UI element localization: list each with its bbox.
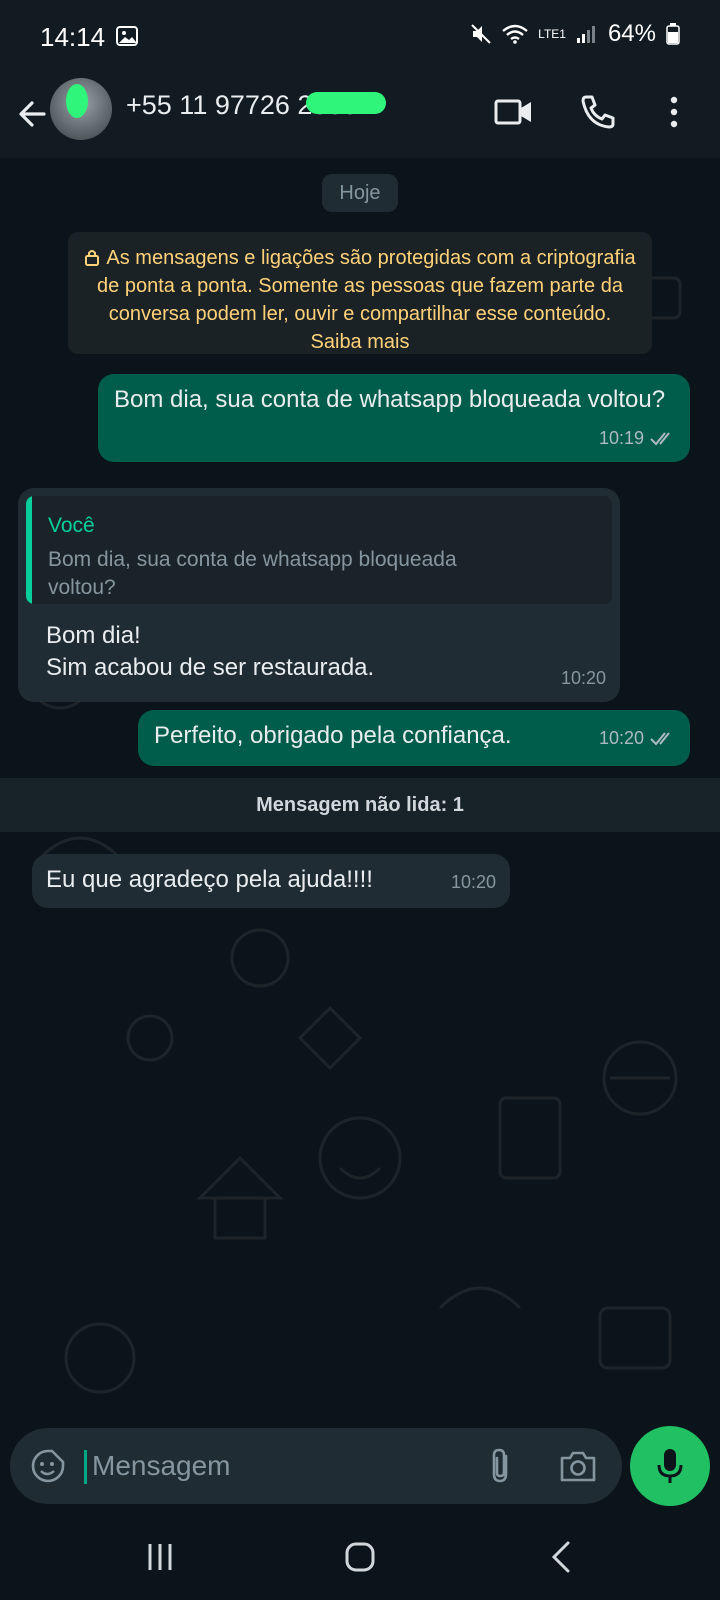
outgoing-message[interactable]: Bom dia, sua conta de whatsapp bloqueada… <box>98 374 690 462</box>
voice-call-icon[interactable] <box>578 92 618 132</box>
home-icon[interactable] <box>340 1540 380 1574</box>
message-text: Bom dia, sua conta de whatsapp bloqueada… <box>114 386 666 413</box>
message-meta: 10:20 <box>599 722 676 754</box>
back-nav-icon[interactable] <box>542 1540 582 1574</box>
gallery-icon <box>116 26 138 46</box>
message-input[interactable] <box>92 1428 472 1504</box>
lock-icon <box>85 250 100 266</box>
quoted-message[interactable]: Você Bom dia, sua conta de whatsapp bloq… <box>26 496 612 604</box>
chat-header: +55 11 97726 2000 <box>0 72 720 158</box>
status-bar: 14:14 LTE1 64% <box>0 0 720 72</box>
encryption-notice-text: As mensagens e ligações são protegidas c… <box>97 247 636 353</box>
mute-icon <box>471 24 491 44</box>
attach-icon[interactable] <box>484 1446 520 1486</box>
recent-apps-icon[interactable] <box>140 1540 180 1574</box>
emoji-sticker-icon[interactable] <box>30 1448 66 1484</box>
status-time: 14:14 <box>40 22 106 52</box>
system-nav-bar <box>0 1512 720 1600</box>
unread-label: Mensagem não lida: 1 <box>256 794 464 816</box>
quote-author: Você <box>48 514 95 537</box>
battery-icon <box>666 23 680 45</box>
signal-icon <box>576 26 595 43</box>
quote-accent-bar <box>26 496 32 604</box>
wifi-icon <box>502 24 528 44</box>
incoming-message[interactable]: Eu que agradeço pela ajuda!!!! 10:20 <box>32 854 510 908</box>
message-text: Bom dia! Sim acabou de ser restaurada. <box>46 620 374 684</box>
quote-text: Bom dia, sua conta de whatsapp bloqueada… <box>48 548 457 599</box>
status-icons: LTE1 64% <box>470 20 680 48</box>
message-meta: 10:20 <box>451 866 496 898</box>
outgoing-message[interactable]: Perfeito, obrigado pela confiança. 10:20 <box>138 710 690 766</box>
video-call-icon[interactable] <box>494 92 534 132</box>
message-text: Eu que agradeço pela ajuda!!!! <box>46 866 373 893</box>
back-arrow-icon[interactable] <box>14 94 50 134</box>
redaction-mark <box>306 92 386 114</box>
read-ticks-icon <box>650 432 670 446</box>
message-line: Sim acabou de ser restaurada. <box>46 654 375 681</box>
microphone-icon <box>657 1449 683 1483</box>
message-time: 10:19 <box>598 428 644 448</box>
encryption-notice[interactable]: As mensagens e ligações são protegidas c… <box>68 232 652 354</box>
read-ticks-icon <box>650 732 670 746</box>
date-divider: Hoje <box>322 174 398 212</box>
unread-divider: Mensagem não lida: 1 <box>0 778 720 832</box>
more-options-icon[interactable] <box>654 92 694 132</box>
avatar[interactable] <box>50 78 112 140</box>
chat-area[interactable]: Hoje As mensagens e ligações são protegi… <box>0 158 720 1410</box>
voice-message-button[interactable] <box>630 1426 710 1506</box>
message-time: 10:20 <box>450 872 496 892</box>
message-time: 10:20 <box>598 728 644 748</box>
network-label: LTE1 <box>538 27 566 41</box>
incoming-message[interactable]: Você Bom dia, sua conta de whatsapp bloq… <box>18 488 620 702</box>
text-cursor <box>84 1450 87 1484</box>
camera-icon[interactable] <box>558 1448 598 1484</box>
message-time: 10:20 <box>560 668 606 688</box>
battery-level: 64% <box>607 20 656 47</box>
message-text: Perfeito, obrigado pela confiança. <box>154 722 512 749</box>
message-line: Bom dia! <box>46 622 141 649</box>
message-meta: 10:20 <box>561 662 606 694</box>
message-meta: 10:19 <box>599 422 676 454</box>
message-composer <box>10 1428 622 1504</box>
avatar-redaction <box>66 84 88 118</box>
